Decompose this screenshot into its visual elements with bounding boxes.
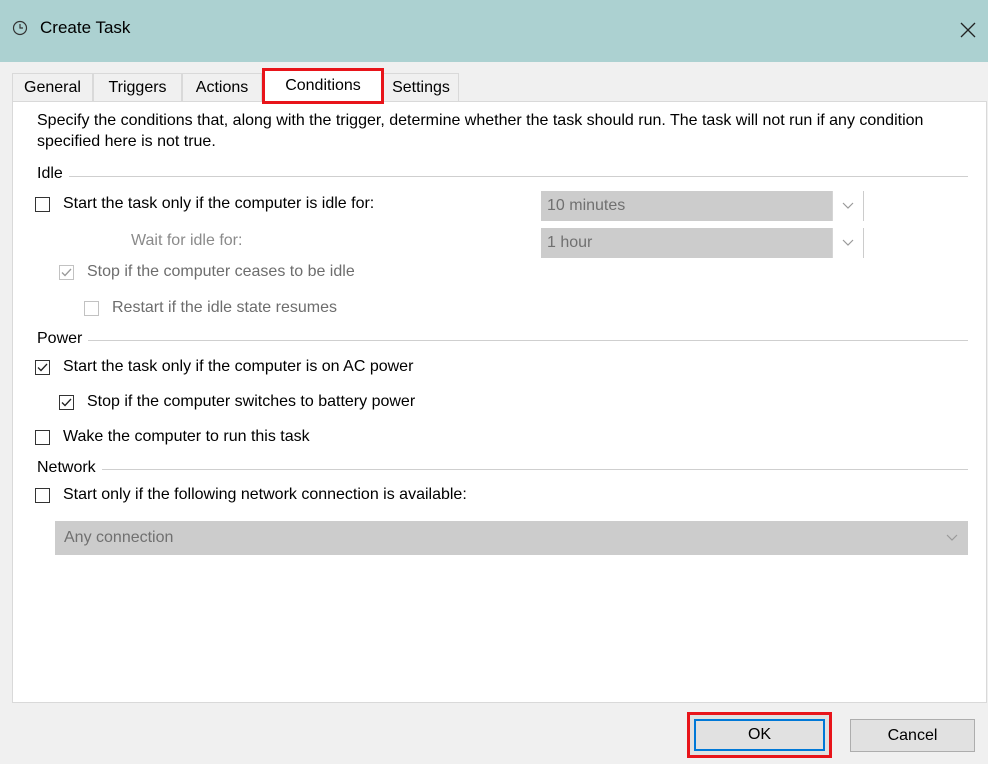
ac-power-checkbox[interactable]	[35, 359, 50, 375]
ok-button-focus: OK	[694, 719, 825, 751]
checkmark-icon	[61, 398, 72, 406]
cancel-button[interactable]: Cancel	[850, 719, 975, 752]
power-group-label: Power	[37, 330, 89, 348]
idle-duration-select[interactable]: 10 minutes	[541, 191, 864, 221]
clock-icon	[12, 20, 28, 36]
title-bar: Create Task	[0, 0, 988, 62]
checkmark-icon	[37, 363, 48, 371]
ok-button-label: OK	[747, 726, 772, 743]
wait-idle-value: 1 hour	[547, 234, 593, 251]
tab-conditions[interactable]: Conditions	[262, 68, 384, 104]
chevron-down-icon	[832, 191, 863, 221]
stop-idle-checkbox[interactable]	[59, 264, 74, 280]
tab-general[interactable]: General	[12, 73, 93, 101]
close-icon	[960, 22, 976, 38]
description-text: Specify the conditions that, along with …	[37, 112, 924, 150]
battery-stop-checkbox[interactable]	[59, 394, 74, 410]
tab-actions[interactable]: Actions	[182, 73, 262, 101]
dialog-body: General Triggers Actions Conditions Sett…	[0, 62, 988, 764]
network-row[interactable]: Start only if the following network conn…	[35, 486, 467, 504]
chevron-down-icon	[937, 521, 967, 555]
cancel-button-label: Cancel	[887, 726, 938, 744]
chevron-down-icon	[832, 228, 863, 258]
tab-settings[interactable]: Settings	[383, 73, 459, 101]
wake-checkbox[interactable]	[35, 429, 50, 445]
conditions-panel: Specify the conditions that, along with …	[12, 101, 987, 703]
tab-strip: General Triggers Actions Conditions Sett…	[0, 62, 988, 104]
idle-start-label: Start the task only if the computer is i…	[63, 195, 375, 212]
restart-idle-label: Restart if the idle state resumes	[112, 299, 337, 316]
wake-label: Wake the computer to run this task	[63, 428, 310, 445]
network-connection-value: Any connection	[64, 529, 174, 546]
network-checkbox[interactable]	[35, 487, 50, 503]
battery-stop-label: Stop if the computer switches to battery…	[87, 393, 416, 410]
network-divider	[53, 469, 968, 470]
wait-idle-select[interactable]: 1 hour	[541, 228, 864, 258]
wake-row[interactable]: Wake the computer to run this task	[35, 428, 310, 446]
ac-power-row[interactable]: Start the task only if the computer is o…	[35, 358, 413, 376]
ok-button[interactable]: OK	[687, 712, 832, 758]
power-divider	[53, 340, 968, 341]
close-button[interactable]	[948, 14, 988, 46]
restart-idle-row[interactable]: Restart if the idle state resumes	[84, 299, 337, 317]
ac-power-label: Start the task only if the computer is o…	[63, 358, 414, 375]
network-label: Start only if the following network conn…	[63, 486, 467, 503]
idle-divider	[53, 176, 968, 177]
battery-stop-row[interactable]: Stop if the computer switches to battery…	[59, 393, 415, 411]
stop-idle-row[interactable]: Stop if the computer ceases to be idle	[59, 263, 355, 281]
stop-idle-label: Stop if the computer ceases to be idle	[87, 263, 355, 280]
checkmark-icon	[61, 268, 72, 276]
idle-start-row[interactable]: Start the task only if the computer is i…	[35, 195, 374, 213]
tab-triggers[interactable]: Triggers	[93, 73, 182, 101]
idle-start-checkbox[interactable]	[35, 196, 50, 212]
idle-group-label: Idle	[37, 165, 69, 183]
restart-idle-checkbox[interactable]	[84, 300, 99, 316]
network-group-label: Network	[37, 459, 102, 477]
window-title: Create Task	[40, 18, 131, 37]
wait-idle-label: Wait for idle for:	[131, 232, 243, 249]
idle-duration-value: 10 minutes	[547, 197, 626, 214]
network-connection-select[interactable]: Any connection	[55, 521, 968, 555]
